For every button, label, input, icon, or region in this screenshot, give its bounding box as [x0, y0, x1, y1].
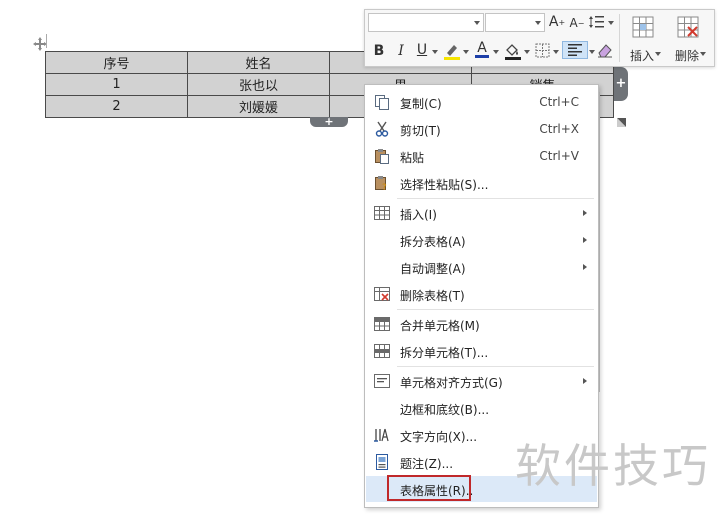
menu-item-label: 边框和底纹(B)... [400, 403, 490, 417]
shrink-font-icon: A [569, 16, 578, 30]
underline-button[interactable]: U [413, 41, 431, 59]
table-cell[interactable]: 1 [45, 73, 188, 96]
table-cell[interactable]: 刘媛媛 [187, 95, 330, 118]
underline-dropdown-icon[interactable] [432, 50, 438, 54]
table-cell[interactable]: 序号 [45, 51, 188, 74]
paste-icon [375, 149, 389, 164]
menu-item-label: 单元格对齐方式(G) [400, 376, 503, 390]
page-corner-mark [46, 34, 55, 48]
submenu-arrow-icon [583, 264, 587, 270]
menu-item-label: 文字方向(X)... [400, 430, 478, 444]
menu-item-paste[interactable]: 粘贴 Ctrl+V [366, 143, 597, 169]
menu-separator [397, 366, 594, 367]
text-direction-icon [374, 428, 389, 442]
line-spacing-icon[interactable] [589, 15, 605, 29]
fill-dropdown-icon[interactable] [524, 50, 530, 54]
menu-item-label: 剪切(T) [400, 124, 441, 138]
caption-icon [376, 454, 388, 470]
svg-text:?: ? [382, 183, 387, 191]
table-cell[interactable]: 姓名 [187, 51, 330, 74]
menu-item-cell-alignment[interactable]: 单元格对齐方式(G) [366, 368, 597, 394]
fill-bucket-icon[interactable] [504, 42, 522, 60]
menu-item-shortcut: Ctrl+X [539, 122, 579, 136]
font-size-select[interactable] [485, 13, 545, 32]
floating-format-toolbar: A + A − B I U A 插入 删除 [364, 9, 715, 67]
delete-table-icon [374, 287, 390, 301]
highlight-pen-icon[interactable] [443, 42, 461, 60]
line-spacing-dropdown-icon[interactable] [608, 21, 614, 25]
menu-item-label: 复制(C) [400, 97, 442, 111]
align-button[interactable] [562, 41, 588, 59]
eraser-icon[interactable] [597, 42, 613, 58]
table-icon [374, 206, 390, 220]
delete-table-icon [677, 16, 699, 38]
menu-item-paste-special[interactable]: ? 选择性粘贴(S)... [366, 170, 597, 196]
font-color-icon: A [477, 39, 487, 56]
menu-item-label: 选择性粘贴(S)... [400, 178, 489, 192]
table-cell[interactable]: 2 [45, 95, 188, 118]
cell-alignment-icon [374, 374, 390, 388]
watermark-text: 软件技巧 [515, 439, 711, 493]
menu-item-auto-fit[interactable]: 自动调整(A) [366, 254, 597, 280]
italic-button[interactable]: I [392, 42, 410, 60]
menu-item-merge-cells[interactable]: 合并单元格(M) [366, 311, 597, 337]
split-cells-icon [374, 344, 390, 358]
scissors-icon [375, 121, 389, 137]
font-name-select[interactable] [368, 13, 484, 32]
menu-item-label: 粘贴 [400, 151, 425, 165]
highlight-annotation-box [387, 475, 471, 501]
menu-item-split-cells[interactable]: 拆分单元格(T)... [366, 338, 597, 364]
font-color-button[interactable]: A [473, 40, 491, 58]
delete-dropdown-icon [700, 52, 706, 56]
submenu-arrow-icon [583, 378, 587, 384]
paste-special-icon: ? [375, 176, 387, 191]
menu-item-label: 合并单元格(M) [400, 319, 480, 333]
menu-separator [397, 309, 594, 310]
align-dropdown-icon[interactable] [589, 50, 595, 54]
submenu-arrow-icon [583, 237, 587, 243]
insert-table-icon [632, 16, 654, 38]
menu-item-label: 自动调整(A) [400, 262, 466, 276]
grow-font-icon: A [548, 14, 559, 30]
copy-icon [375, 95, 389, 110]
menu-item-cut[interactable]: 剪切(T) Ctrl+X [366, 116, 597, 142]
menu-item-shortcut: Ctrl+C [539, 95, 579, 109]
font-color-dropdown-icon[interactable] [493, 50, 499, 54]
merge-cells-icon [374, 317, 390, 331]
menu-item-borders-shading[interactable]: 边框和底纹(B)... [366, 395, 597, 421]
highlight-dropdown-icon[interactable] [463, 50, 469, 54]
delete-table-button[interactable]: 删除 [667, 14, 707, 64]
menu-item-copy[interactable]: 复制(C) Ctrl+C [366, 89, 597, 115]
border-icon[interactable] [535, 43, 550, 58]
add-row-button[interactable]: + [310, 116, 348, 127]
menu-separator [397, 198, 594, 199]
table-cell[interactable]: 张也以 [187, 73, 330, 96]
border-dropdown-icon[interactable] [553, 50, 559, 54]
grow-font-button[interactable]: A + [548, 13, 566, 31]
menu-item-split-table[interactable]: 拆分表格(A) [366, 227, 597, 253]
menu-item-insert[interactable]: 插入(I) [366, 200, 597, 226]
menu-item-label: 删除表格(T) [400, 289, 465, 303]
submenu-arrow-icon [583, 210, 587, 216]
menu-item-label: 题注(Z)... [400, 457, 454, 471]
add-column-button[interactable]: + [614, 67, 628, 101]
toolbar-separator [619, 14, 620, 62]
menu-item-delete-table[interactable]: 删除表格(T) [366, 281, 597, 307]
menu-item-label: 拆分表格(A) [400, 235, 466, 249]
menu-item-label: 插入(I) [400, 208, 437, 222]
shrink-font-button[interactable]: A − [568, 14, 586, 32]
menu-item-shortcut: Ctrl+V [539, 149, 579, 163]
table-resize-handle-icon[interactable] [617, 118, 626, 127]
align-left-icon [568, 44, 582, 56]
insert-table-button[interactable]: 插入 [622, 14, 662, 64]
insert-dropdown-icon [655, 52, 661, 56]
menu-item-label: 拆分单元格(T)... [400, 346, 489, 360]
bold-button[interactable]: B [370, 42, 388, 60]
